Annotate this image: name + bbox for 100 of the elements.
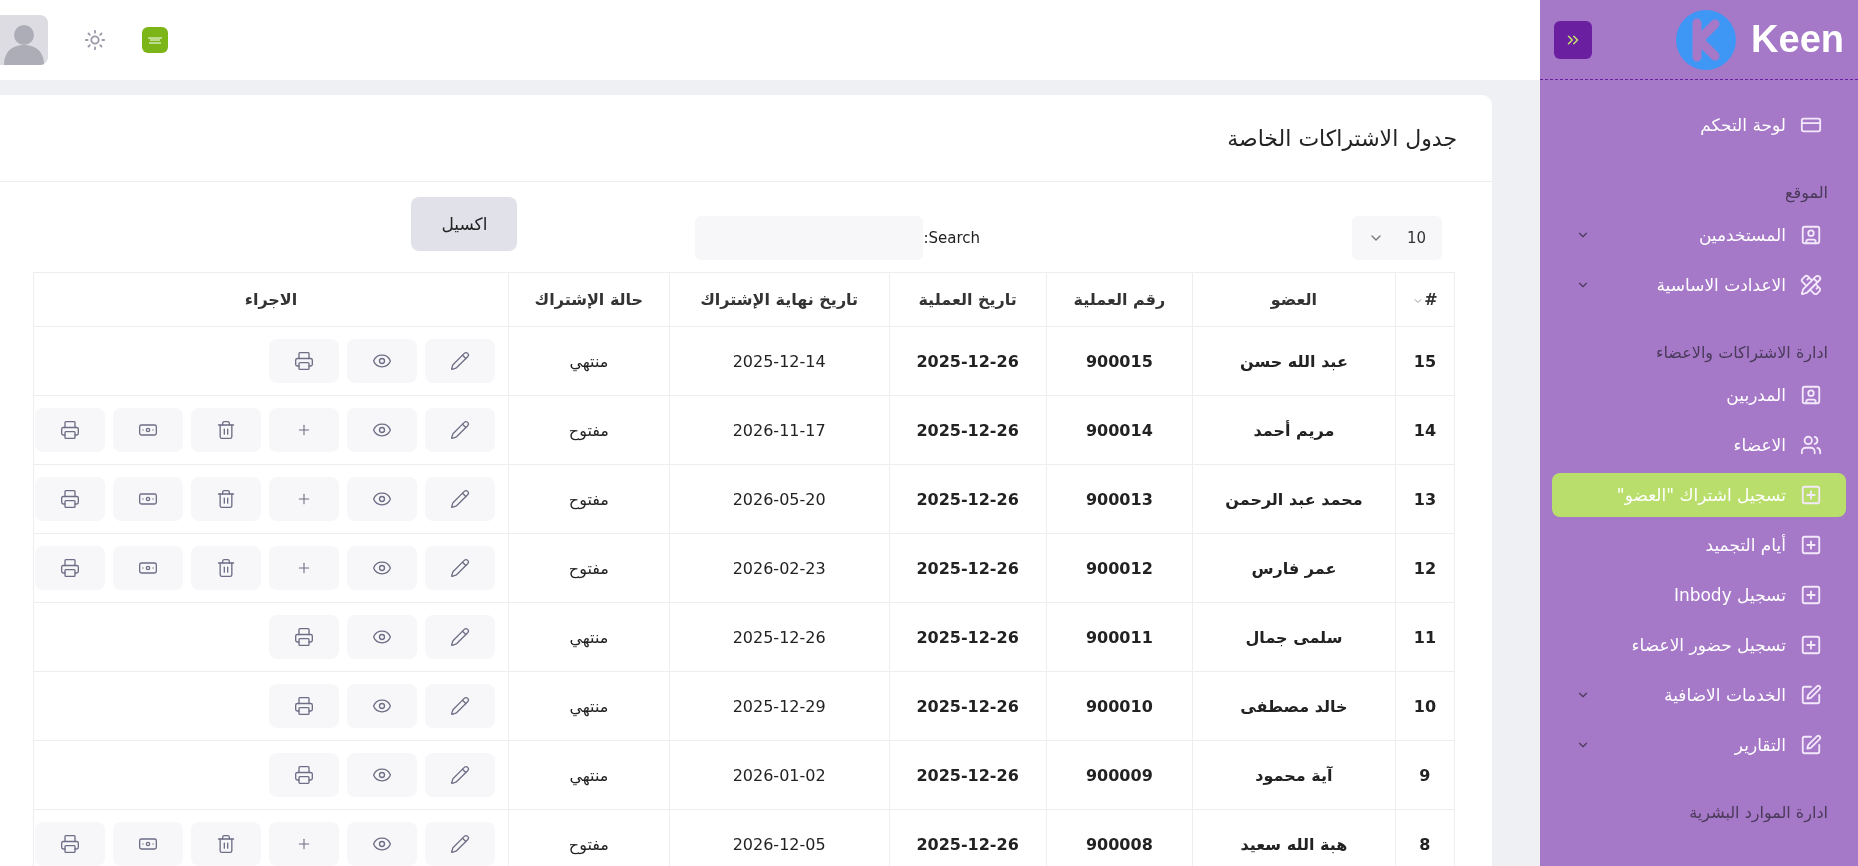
print-button[interactable]	[35, 408, 105, 452]
nav-item[interactable]: الاعدادت الاساسية	[1552, 263, 1846, 307]
print-button[interactable]	[269, 615, 339, 659]
table-cell: 2025-12-26	[889, 395, 1047, 465]
nav-item[interactable]: التقارير	[1552, 723, 1846, 767]
delete-button[interactable]	[191, 546, 261, 590]
view-button[interactable]	[347, 615, 417, 659]
print-button[interactable]	[35, 822, 105, 866]
edit-button[interactable]	[425, 408, 495, 452]
edit-button[interactable]	[425, 339, 495, 383]
edit-button[interactable]	[425, 546, 495, 590]
printer-icon	[294, 765, 314, 785]
table-cell: 8	[1395, 809, 1455, 866]
print-button[interactable]	[35, 546, 105, 590]
table-cell: عمر فارس	[1192, 533, 1396, 603]
nav-item[interactable]: أيام التجميد	[1552, 523, 1846, 567]
print-button[interactable]	[269, 684, 339, 728]
edit-button[interactable]	[425, 615, 495, 659]
printer-icon	[294, 696, 314, 716]
table-cell: 2025-12-26	[669, 602, 890, 672]
table-cell: مريم أحمد	[1192, 395, 1396, 465]
plus-icon	[296, 836, 312, 852]
view-button[interactable]	[347, 477, 417, 521]
view-button[interactable]	[347, 408, 417, 452]
plus-icon	[296, 422, 312, 438]
plus-icon	[296, 560, 312, 576]
nav-item[interactable]: الخدمات الاضافية	[1552, 673, 1846, 717]
table-cell: 900010	[1046, 671, 1193, 741]
nav-icon	[1800, 224, 1822, 246]
view-button[interactable]	[347, 822, 417, 866]
page-size-select[interactable]: 10	[1352, 216, 1442, 260]
pencil-icon	[450, 834, 470, 854]
nav-item[interactable]: لوحة التحكم	[1552, 103, 1846, 147]
table-cell: 900011	[1046, 602, 1193, 672]
pencil-icon	[450, 765, 470, 785]
trash-icon	[216, 834, 236, 854]
printer-icon	[294, 351, 314, 371]
delete-button[interactable]	[191, 822, 261, 866]
column-header: العضو	[1192, 272, 1396, 327]
delete-button[interactable]	[191, 408, 261, 452]
collapse-button[interactable]	[1554, 20, 1592, 59]
table-cell: منتهي	[508, 740, 670, 810]
payment-button[interactable]	[113, 546, 183, 590]
table-cell: محمد عبد الرحمن	[1192, 464, 1396, 534]
table-cell: منتهي	[508, 602, 670, 672]
sun-icon[interactable]	[84, 29, 106, 51]
avatar-silhouette[interactable]	[0, 15, 48, 65]
pencil-icon	[450, 351, 470, 371]
table-cell: 2026-05-20	[669, 464, 890, 534]
column-header: تاريخ العملية	[889, 272, 1047, 327]
trash-icon	[216, 558, 236, 578]
search-label: Search:	[923, 229, 980, 247]
printer-icon	[60, 420, 80, 440]
edit-button[interactable]	[425, 753, 495, 797]
trash-icon	[216, 489, 236, 509]
print-button[interactable]	[269, 753, 339, 797]
excel-button[interactable]: اكسيل	[411, 197, 518, 251]
view-button[interactable]	[347, 684, 417, 728]
payment-button[interactable]	[113, 822, 183, 866]
nav-item[interactable]: المستخدمين	[1552, 213, 1846, 257]
pencil-icon	[450, 420, 470, 440]
nav-icon	[1800, 434, 1822, 456]
nav-item[interactable]: تسجيل Inbody	[1552, 573, 1846, 617]
view-button[interactable]	[347, 339, 417, 383]
table-cell: 2026-01-02	[669, 740, 890, 810]
nav-item[interactable]: تسجيل حضور الاعضاء	[1552, 623, 1846, 667]
table-cell: مفتوح	[508, 533, 670, 603]
payment-button[interactable]	[113, 477, 183, 521]
column-header: تاريخ نهاية الإشتراك	[669, 272, 890, 327]
language-flag-button[interactable]	[142, 27, 168, 53]
table-cell: 900014	[1046, 395, 1193, 465]
column-header: رقم العملية	[1046, 272, 1193, 327]
payment-button[interactable]	[113, 408, 183, 452]
table-cell: 900009	[1046, 740, 1193, 810]
table-cell: 900013	[1046, 464, 1193, 534]
table-cell: سلمى جمال	[1192, 602, 1396, 672]
table-cell: 2025-12-26	[889, 464, 1047, 534]
column-header: حالة الإشتراك	[508, 272, 670, 327]
delete-button[interactable]	[191, 477, 261, 521]
nav-item[interactable]: الاعضاء	[1552, 423, 1846, 467]
print-button[interactable]	[269, 339, 339, 383]
edit-button[interactable]	[425, 822, 495, 866]
pencil-icon	[450, 627, 470, 647]
nav-item[interactable]: المدربين	[1552, 373, 1846, 417]
card-title: جدول الاشتراكات الخاصة	[0, 95, 1492, 182]
edit-button[interactable]	[425, 477, 495, 521]
trash-icon	[216, 420, 236, 440]
logo-icon	[1675, 8, 1738, 71]
printer-icon	[60, 558, 80, 578]
table-cell: 2025-12-26	[889, 671, 1047, 741]
brand-name: Keen	[1751, 18, 1844, 61]
view-button[interactable]	[347, 546, 417, 590]
section-heading: ادارة الموارد البشرية	[1688, 802, 1829, 825]
print-button[interactable]	[35, 477, 105, 521]
table-cell: عبد الله حسن	[1192, 326, 1396, 396]
table-cell: 10	[1395, 671, 1455, 741]
pencil-icon	[450, 696, 470, 716]
edit-button[interactable]	[425, 684, 495, 728]
view-button[interactable]	[347, 753, 417, 797]
table-cell: 9	[1395, 740, 1455, 810]
